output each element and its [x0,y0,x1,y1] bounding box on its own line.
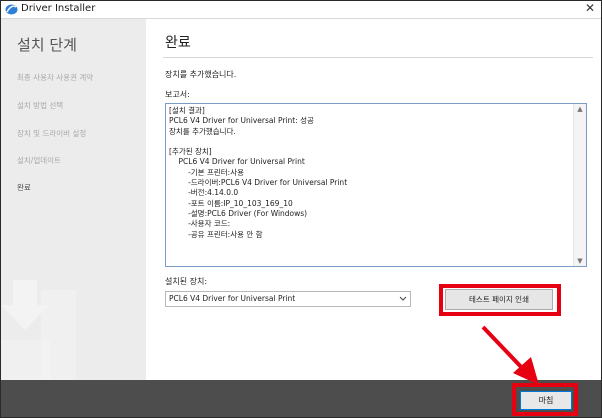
report-line: -드라이버:PCL6 V4 Driver for Universal Print [169,178,348,188]
sidebar: 설치 단계 최종 사용자 사용권 계약 설치 방법 선택 장치 및 드라이버 설… [1,19,146,380]
chevron-down-icon [399,296,407,301]
report-textbox[interactable]: [설치 결과] PCL6 V4 Driver for Universal Prin… [165,103,587,267]
close-icon[interactable]: ✕ [583,1,597,16]
report-line: -포트 이름:IP_10_103_169_10 [169,198,293,208]
footer-bar: 마침 [1,380,601,417]
app-icon [5,4,18,15]
title-bar: Driver Installer ✕ [1,1,601,19]
test-print-button[interactable]: 테스트 페이지 인쇄 [445,289,553,310]
report-line: PCL6 V4 Driver for Universal Print: 성공 [169,116,314,126]
report-line: [설치 결과] [169,106,205,115]
main-content: 완료 장치를 추가했습니다. 보고서: [설치 결과] PCL6 V4 Drive… [147,19,601,380]
report-line: -기본 프린터:사용 [169,167,244,177]
report-line: 장치를 추가했습니다. [169,126,236,136]
report-content: [설치 결과] PCL6 V4 Driver for Universal Prin… [169,106,569,240]
sidebar-item-complete: 완료 [17,183,31,192]
title-divider [163,57,593,58]
report-line: [추가된 장치] [169,147,212,157]
installed-device-value: PCL6 V4 Driver for Universal Print [169,294,296,303]
installed-device-label: 설치된 장치: [165,277,208,286]
window-title: Driver Installer [21,3,96,14]
finish-button[interactable]: 마침 [520,391,572,410]
installer-window: Driver Installer ✕ 설치 단계 최종 사용자 사용권 계약 설… [0,0,602,418]
sidebar-item-device-driver-settings: 장치 및 드라이버 설정 [17,129,87,138]
report-line: -사용자 코드: [169,219,231,229]
sidebar-arrow-decoration [1,280,76,380]
sidebar-title: 설치 단계 [17,36,77,54]
report-label: 보고서: [165,90,190,99]
report-scrollbar[interactable]: ▲ ▼ [573,104,586,266]
scroll-down-icon[interactable]: ▼ [574,256,586,266]
status-message: 장치를 추가했습니다. [165,70,237,79]
page-title: 완료 [165,35,191,51]
sidebar-item-install-method: 설치 방법 선택 [17,101,64,110]
installed-device-select[interactable]: PCL6 V4 Driver for Universal Print [165,291,411,307]
report-line: PCL6 V4 Driver for Universal Print [169,157,305,167]
report-line [169,137,569,147]
scroll-up-icon[interactable]: ▲ [574,104,586,114]
report-line: -설명:PCL6 Driver (For Windows) [169,208,308,218]
report-line: -공유 프린터:사용 안 함 [169,229,263,239]
sidebar-item-install-update: 설치/업데이트 [17,156,61,165]
report-line: -버전:4.14.0.0 [169,188,239,198]
sidebar-item-eula: 최종 사용자 사용권 계약 [17,73,94,82]
